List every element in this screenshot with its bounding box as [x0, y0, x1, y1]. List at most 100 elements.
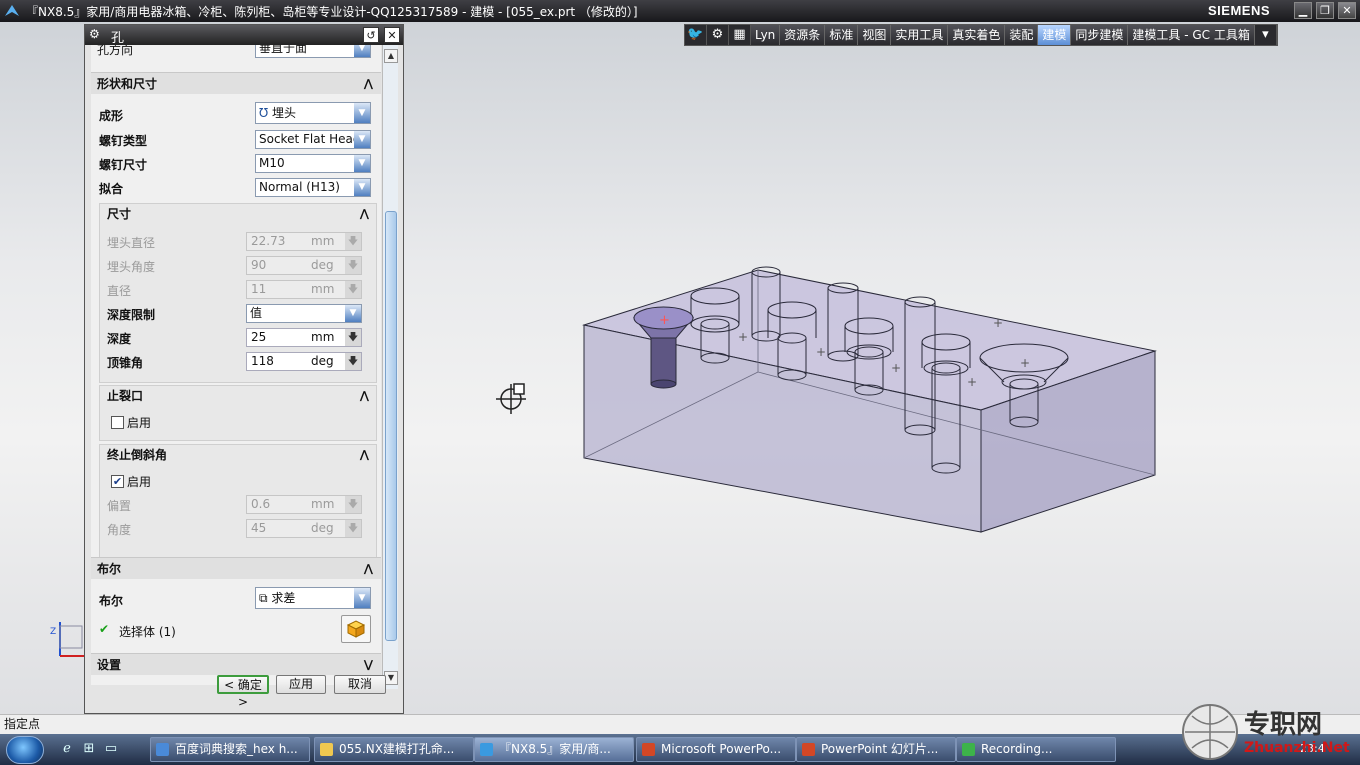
select-body-label[interactable]: 选择体 (1) [119, 623, 176, 640]
tab-utilities[interactable]: 实用工具 [891, 25, 949, 45]
chevron-down-icon: ▼ [354, 588, 370, 608]
boolean-select[interactable]: ⧉ 求差 ▼ [255, 587, 371, 609]
shape-size-section-header[interactable]: 形状和尺寸 ⋀ [91, 72, 381, 94]
expand-icon: ⋁ [363, 658, 373, 671]
tab-true-shading[interactable]: 真实着色 [948, 25, 1006, 45]
watermark-logo: 专职网 Zhuanzhi.Net [1180, 700, 1358, 764]
solid-body-icon [346, 620, 366, 638]
tab-gc-toolkit[interactable]: 建模工具 - GC 工具箱 [1128, 25, 1255, 45]
nx-logo-icon[interactable]: 🐦 [685, 25, 707, 45]
apply-button[interactable]: 应用 [276, 675, 326, 694]
reset-icon[interactable]: ↺ [363, 27, 379, 43]
restore-button[interactable]: ❐ [1316, 2, 1334, 19]
arrow-down-icon[interactable]: 🡇 [345, 353, 361, 370]
close-window-button[interactable]: ✕ [1338, 2, 1356, 19]
relief-header[interactable]: 止裂口 ⋀ [99, 385, 375, 407]
desktop-icon[interactable]: ▭ [102, 741, 120, 757]
svg-text:Z: Z [50, 627, 56, 637]
scroll-down-icon[interactable]: ▼ [384, 671, 398, 685]
start-button[interactable] [6, 736, 44, 764]
tab-assembly[interactable]: 装配 [1005, 25, 1039, 45]
svg-text:+: + [1020, 356, 1030, 370]
network-icon[interactable]: ⊞ [80, 741, 98, 757]
gear-icon[interactable]: ⚙ [707, 25, 729, 45]
screw-size-label: 螺钉尺寸 [99, 158, 148, 172]
tab-lyn[interactable]: Lyn [751, 25, 781, 45]
chevron-down-icon: ▼ [354, 131, 370, 148]
hole-direction-select[interactable]: 垂直于面 ▼ [255, 45, 371, 58]
depth-limit-select[interactable]: 值 ▼ [246, 304, 362, 323]
diameter-field: 11 mm 🡇 [246, 280, 362, 299]
nx-app-icon [5, 5, 19, 16]
csk-angle-label: 埋头角度 [107, 260, 156, 274]
taskbar-item[interactable]: 『NX8.5』家用/商... [474, 737, 634, 762]
taskbar-item[interactable]: 055.NX建模打孔命... [314, 737, 474, 762]
svg-text:+: + [659, 313, 670, 328]
scroll-up-icon[interactable]: ▲ [384, 49, 398, 63]
countersink-icon: Ʊ [259, 106, 272, 120]
arrow-down-icon[interactable]: 🡇 [345, 329, 361, 346]
globe-icon [1182, 704, 1238, 760]
svg-text:+: + [993, 316, 1003, 330]
taskbar-item[interactable]: Microsoft PowerPo... [636, 737, 796, 762]
toolbar-options-button[interactable]: ▾ [1255, 25, 1277, 45]
depth-limit-label: 深度限制 [107, 308, 156, 322]
window-title-bar: 『NX8.5』家用/商用电器冰箱、冷柜、陈列柜、岛柜等专业设计-QQ125317… [0, 0, 1360, 22]
taskbar-item[interactable]: 百度词典搜索_hex h... [150, 737, 310, 762]
fit-select[interactable]: Normal (H13) ▼ [255, 178, 371, 197]
status-bar: 指定点 [0, 714, 1360, 734]
svg-text:+: + [816, 345, 826, 359]
collapse-icon: ⋀ [363, 562, 373, 575]
arrow-down-icon: 🡇 [345, 233, 361, 250]
taskbar-item[interactable]: Recording... [956, 737, 1116, 762]
hole-direction-label: 孔方向 [97, 45, 134, 57]
close-icon[interactable]: ✕ [384, 27, 400, 43]
chevron-down-icon: ▼ [354, 45, 370, 57]
end-chamfer-enable-checkbox[interactable]: ✔ [111, 475, 124, 488]
settings-section-header[interactable]: 设置 ⋁ [91, 653, 381, 675]
minimize-button[interactable]: ▁ [1294, 2, 1312, 19]
screw-type-select[interactable]: Socket Flat Head ▼ [255, 130, 371, 149]
ok-button[interactable]: < 确定 > [217, 675, 269, 709]
tab-sync-modeling[interactable]: 同步建模 [1071, 25, 1129, 45]
select-body-button[interactable] [341, 615, 371, 643]
dialog-scrollbar[interactable]: ▲ ▼ [382, 45, 398, 689]
relief-enable-checkbox[interactable] [111, 416, 124, 429]
status-prompt: 指定点 [4, 717, 41, 731]
tab-modeling[interactable]: 建模 [1038, 25, 1072, 45]
arrow-down-icon: 🡇 [345, 520, 361, 537]
ie-icon[interactable]: ℯ [58, 741, 76, 757]
arrow-down-icon: 🡇 [345, 496, 361, 513]
tip-angle-field[interactable]: 118 deg 🡇 [246, 352, 362, 371]
dimensions-header[interactable]: 尺寸 ⋀ [99, 203, 375, 225]
screw-type-label: 螺钉类型 [99, 134, 148, 148]
powerpoint-icon [802, 743, 815, 756]
watermark-url: Zhuanzhi.Net [1244, 740, 1350, 756]
windows-taskbar: ℯ ⊞ ▭ 百度词典搜索_hex h... 055.NX建模打孔命... 『NX… [0, 734, 1360, 765]
dialog-title: 孔 [111, 31, 125, 46]
subtract-icon: ⧉ [259, 591, 272, 605]
scroll-thumb[interactable] [385, 211, 397, 641]
chamfer-offset-label: 偏置 [107, 499, 132, 513]
end-chamfer-header[interactable]: 终止倒斜角 ⋀ [99, 444, 375, 466]
fit-label: 拟合 [99, 182, 124, 196]
csk-diameter-label: 埋头直径 [107, 236, 156, 250]
point-cursor-icon [496, 383, 526, 414]
tab-resource-bar[interactable]: 资源条 [780, 25, 826, 45]
collapse-icon: ⋀ [359, 207, 369, 220]
screw-size-select[interactable]: M10 ▼ [255, 154, 371, 173]
boolean-section-header[interactable]: 布尔 ⋀ [91, 557, 381, 579]
grid-icon[interactable]: ▦ [729, 25, 751, 45]
collapse-icon: ⋀ [359, 389, 369, 402]
dialog-body: 孔方向 垂直于面 ▼ 形状和尺寸 ⋀ 成形 Ʊ 埋头 ▼ 螺钉类型 Socket F… [91, 45, 381, 685]
depth-field[interactable]: 25 mm 🡇 [246, 328, 362, 347]
cancel-button[interactable]: 取消 [334, 675, 386, 694]
taskbar-item[interactable]: PowerPoint 幻灯片... [796, 737, 956, 762]
csk-angle-field: 90 deg 🡇 [246, 256, 362, 275]
depth-label: 深度 [107, 332, 132, 346]
form-select[interactable]: Ʊ 埋头 ▼ [255, 102, 371, 124]
tab-standard[interactable]: 标准 [825, 25, 859, 45]
form-label: 成形 [99, 109, 124, 123]
tab-view[interactable]: 视图 [858, 25, 892, 45]
chevron-down-icon: ▼ [354, 103, 370, 123]
